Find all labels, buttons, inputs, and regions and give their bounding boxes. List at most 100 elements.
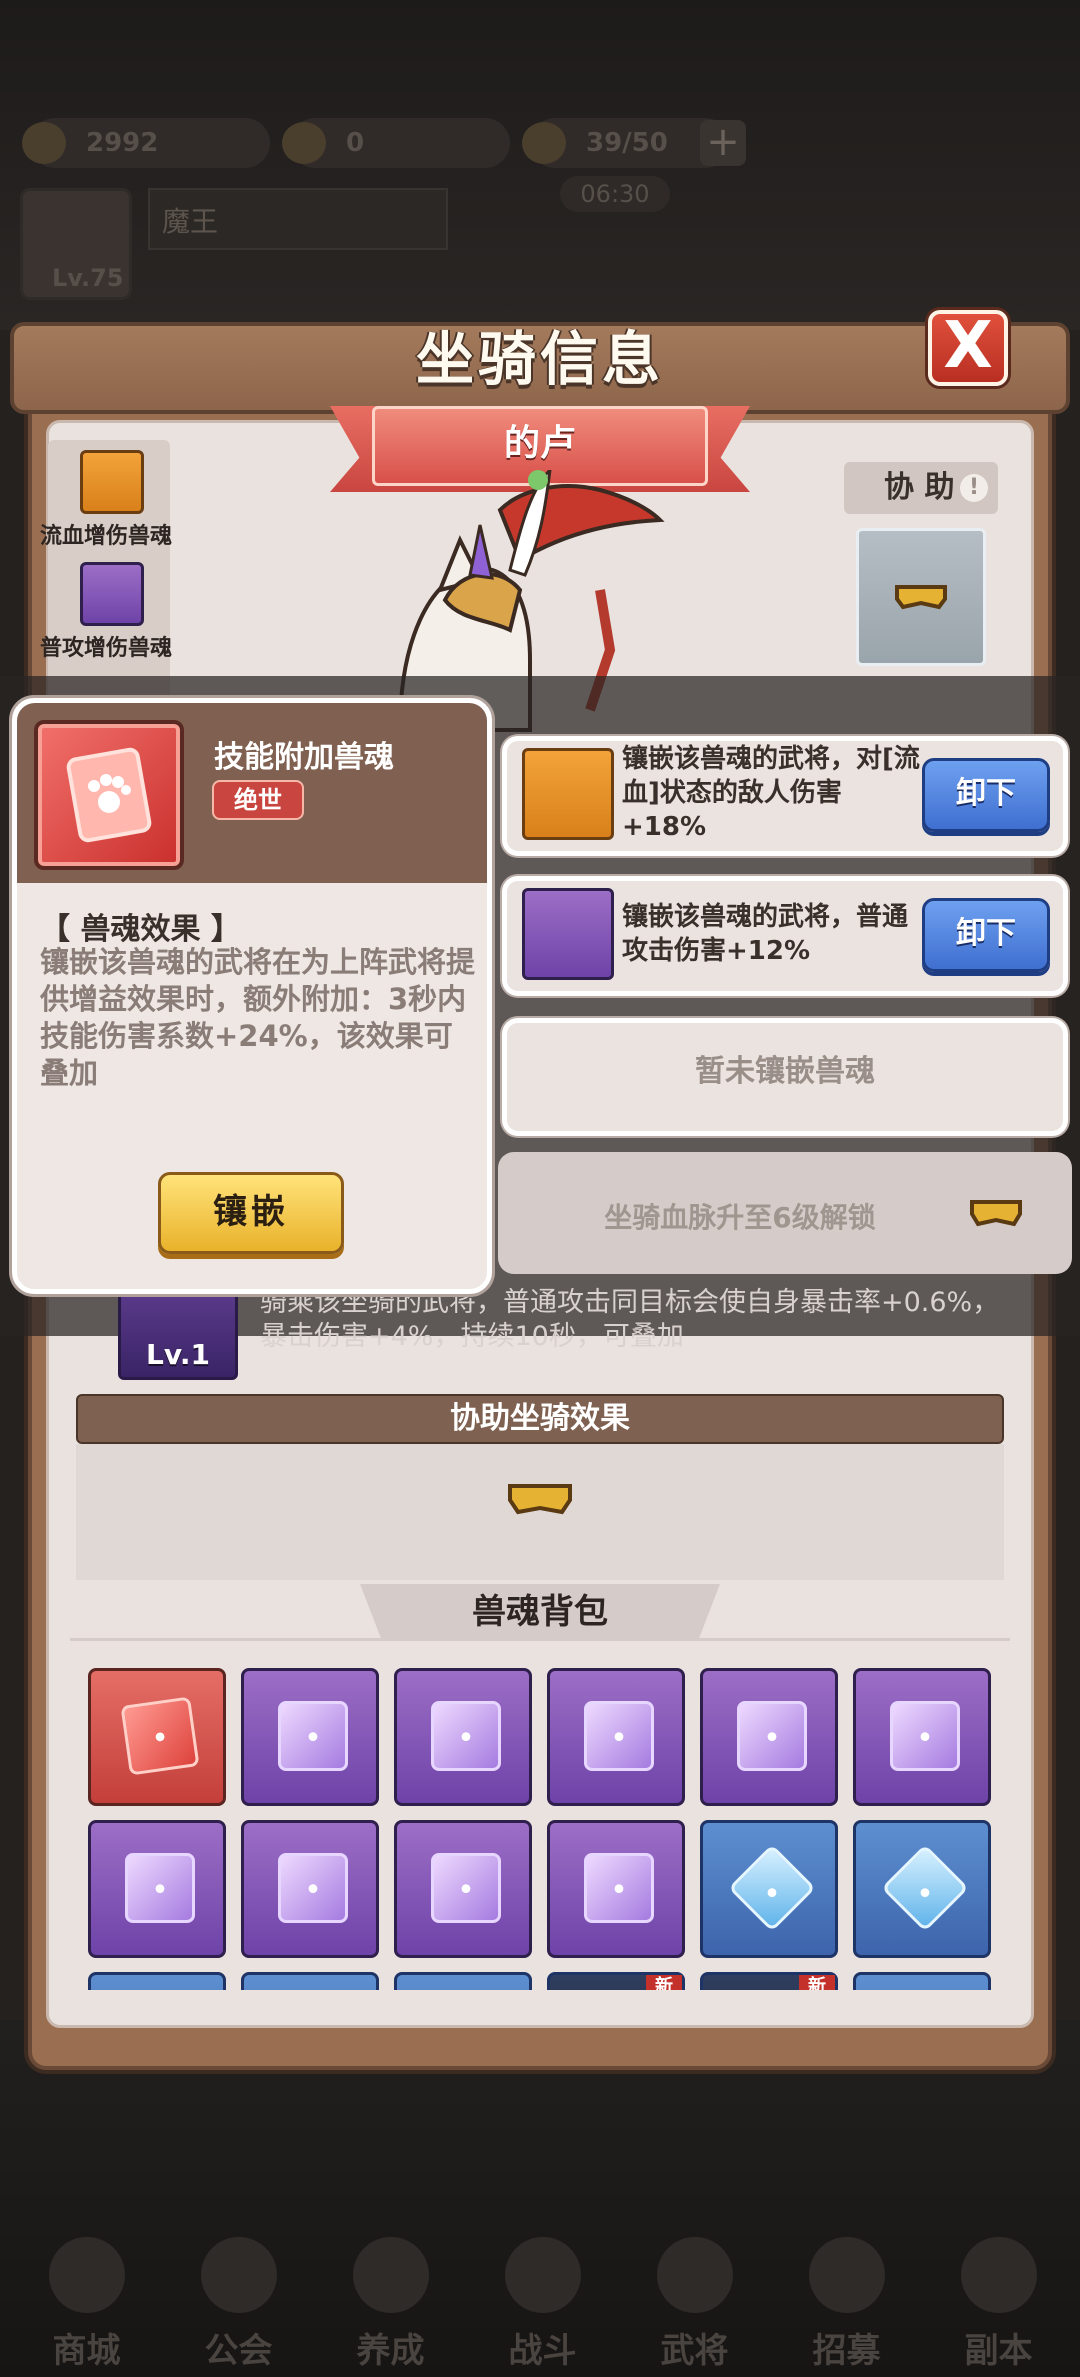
paw-icon: •	[610, 1873, 628, 1908]
nav-label: 商城	[52, 2331, 121, 2371]
slot-2-description: 镶嵌该兽魂的武将，普通攻击伤害+12%	[622, 902, 909, 966]
dungeon-icon	[960, 2237, 1037, 2313]
locked-slot-text: 坐骑血脉升至6级解锁	[604, 1201, 876, 1234]
assist-effect-header: 协助坐骑效果	[76, 1394, 1004, 1444]
mount-effect-text: 骑乘该坐骑的武将，普通攻击同目标会使自身暴击率+0.6%，暴击伤害+4%，持续1…	[260, 1287, 1000, 1352]
nav-tab-generals[interactable]: 武将	[622, 2215, 767, 2377]
new-badge: 新	[799, 1975, 835, 1990]
soul-gem-icon: •	[584, 1701, 654, 1771]
gold-value: 2992	[86, 128, 159, 158]
bleed-soul-label: 流血增伤兽魂	[40, 524, 173, 549]
soul-gem-icon: •	[125, 1853, 195, 1923]
add-stamina-button[interactable]: +	[700, 120, 746, 166]
gem-counter: 0	[282, 118, 510, 168]
stamina-icon	[522, 122, 566, 164]
paw-icon	[66, 747, 152, 843]
nav-tab-recruit[interactable]: 招募	[774, 2215, 919, 2377]
bag-item-blue[interactable]: •	[88, 1972, 226, 1990]
attack-soul-label: 普攻增伤兽魂	[40, 636, 173, 661]
new-badge: 新	[646, 1975, 682, 1990]
bag-item-purple[interactable]: •	[394, 1820, 532, 1958]
guild-icon	[200, 2237, 277, 2313]
recruit-icon	[808, 2237, 885, 2313]
soul-bag-title: 兽魂背包	[472, 1592, 608, 1632]
unload-button-2[interactable]: 卸下	[922, 898, 1050, 972]
paw-icon: •	[610, 1721, 628, 1756]
paw-icon: •	[763, 1877, 781, 1912]
bag-item-red[interactable]: •	[88, 1668, 226, 1806]
bag-item-purple[interactable]: •	[241, 1820, 379, 1958]
paw-icon: •	[149, 1719, 172, 1758]
unload-button-1[interactable]: 卸下	[922, 758, 1050, 832]
bag-item-blue[interactable]: •	[853, 1820, 991, 1958]
nav-label: 武将	[660, 2331, 729, 2371]
bag-item-blue[interactable]: •	[394, 1972, 532, 1990]
info-icon[interactable]: !	[960, 474, 988, 502]
develop-icon	[352, 2237, 429, 2313]
dialog-title: 坐骑信息	[415, 325, 664, 393]
bag-item-purple[interactable]: •	[547, 1668, 685, 1806]
nav-label: 养成	[356, 2331, 425, 2371]
gem-icon	[282, 122, 326, 164]
player-level: Lv.75	[52, 264, 124, 292]
bag-item-dark[interactable]: 新	[700, 1972, 838, 1990]
stamina-value: 39/50	[586, 128, 668, 158]
soul-gem-icon: •	[120, 1696, 200, 1776]
soul-gem-icon: •	[881, 1844, 969, 1932]
soul-gem-icon: •	[728, 1844, 816, 1932]
soul-bag-grid[interactable]: • • • • • • • • • • • • • • • 新 新 •	[70, 1656, 1010, 1990]
paw-icon: •	[304, 1721, 322, 1756]
paw-icon: •	[457, 1873, 475, 1908]
soul-gem-icon: •	[737, 1701, 807, 1771]
mount-name: 的卢	[503, 423, 576, 464]
nav-label: 招募	[812, 2331, 881, 2371]
paw-icon: •	[763, 1721, 781, 1756]
bag-item-purple[interactable]: •	[853, 1668, 991, 1806]
soul-effect-description: 镶嵌该兽魂的武将在为上阵武将提供增益效果时，额外附加：3秒内技能伤害系数+24%…	[40, 945, 476, 1090]
battle-icon	[504, 2237, 581, 2313]
paw-icon: •	[457, 1721, 475, 1756]
bag-item-purple[interactable]: •	[547, 1820, 685, 1958]
assist-mount-slot[interactable]	[856, 528, 986, 666]
nav-tab-shop[interactable]: 商城	[14, 2215, 159, 2377]
soul-name: 技能附加兽魂	[214, 740, 394, 775]
nav-tab-guild[interactable]: 公会	[166, 2215, 311, 2377]
inlay-button[interactable]: 镶嵌	[158, 1172, 344, 1254]
paw-icon: •	[916, 1721, 934, 1756]
bag-item-dark[interactable]: 新	[547, 1972, 685, 1990]
soul-gem-icon: •	[584, 1853, 654, 1923]
soul-effect-heading: 【 兽魂效果 】	[40, 912, 241, 947]
bleed-soul-mini-icon[interactable]	[80, 450, 144, 514]
attack-soul-icon	[522, 888, 614, 980]
soul-grade-badge: 绝世	[212, 780, 304, 820]
gold-counter: 2992	[22, 118, 270, 168]
shop-icon	[48, 2237, 125, 2313]
generals-icon	[656, 2237, 733, 2313]
saddle-icon	[895, 585, 947, 610]
saddle-icon	[508, 1484, 572, 1515]
soul-gem-icon: •	[431, 1853, 501, 1923]
coin-icon	[22, 122, 66, 164]
bag-item-blue[interactable]: •	[853, 1972, 991, 1990]
slot-1-description: 镶嵌该兽魂的武将，对[流血]状态的敌人伤害+18%	[622, 744, 920, 842]
close-button[interactable]: X	[928, 310, 1008, 386]
bag-item-purple[interactable]: •	[394, 1668, 532, 1806]
soul-gem-icon: •	[890, 1701, 960, 1771]
bag-item-blue[interactable]: •	[700, 1820, 838, 1958]
soul-gem-icon: •	[431, 1701, 501, 1771]
saddle-icon	[970, 1200, 1022, 1227]
empty-slot-text: 暂未镶嵌兽魂	[695, 1054, 875, 1089]
bag-item-purple[interactable]: •	[700, 1668, 838, 1806]
attack-soul-mini-icon[interactable]	[80, 562, 144, 626]
bag-item-purple[interactable]: •	[88, 1820, 226, 1958]
bag-item-purple[interactable]: •	[241, 1668, 379, 1806]
nav-tab-dungeon[interactable]: 副本	[926, 2215, 1071, 2377]
nav-label: 战斗	[508, 2331, 577, 2371]
nav-tab-develop[interactable]: 养成	[318, 2215, 463, 2377]
paw-icon: •	[304, 1873, 322, 1908]
paw-icon: •	[916, 1877, 934, 1912]
player-name: 魔王	[148, 188, 448, 250]
nav-tab-battle[interactable]: 战斗	[470, 2215, 615, 2377]
divider	[70, 1638, 1010, 1641]
bag-item-blue[interactable]: •	[241, 1972, 379, 1990]
